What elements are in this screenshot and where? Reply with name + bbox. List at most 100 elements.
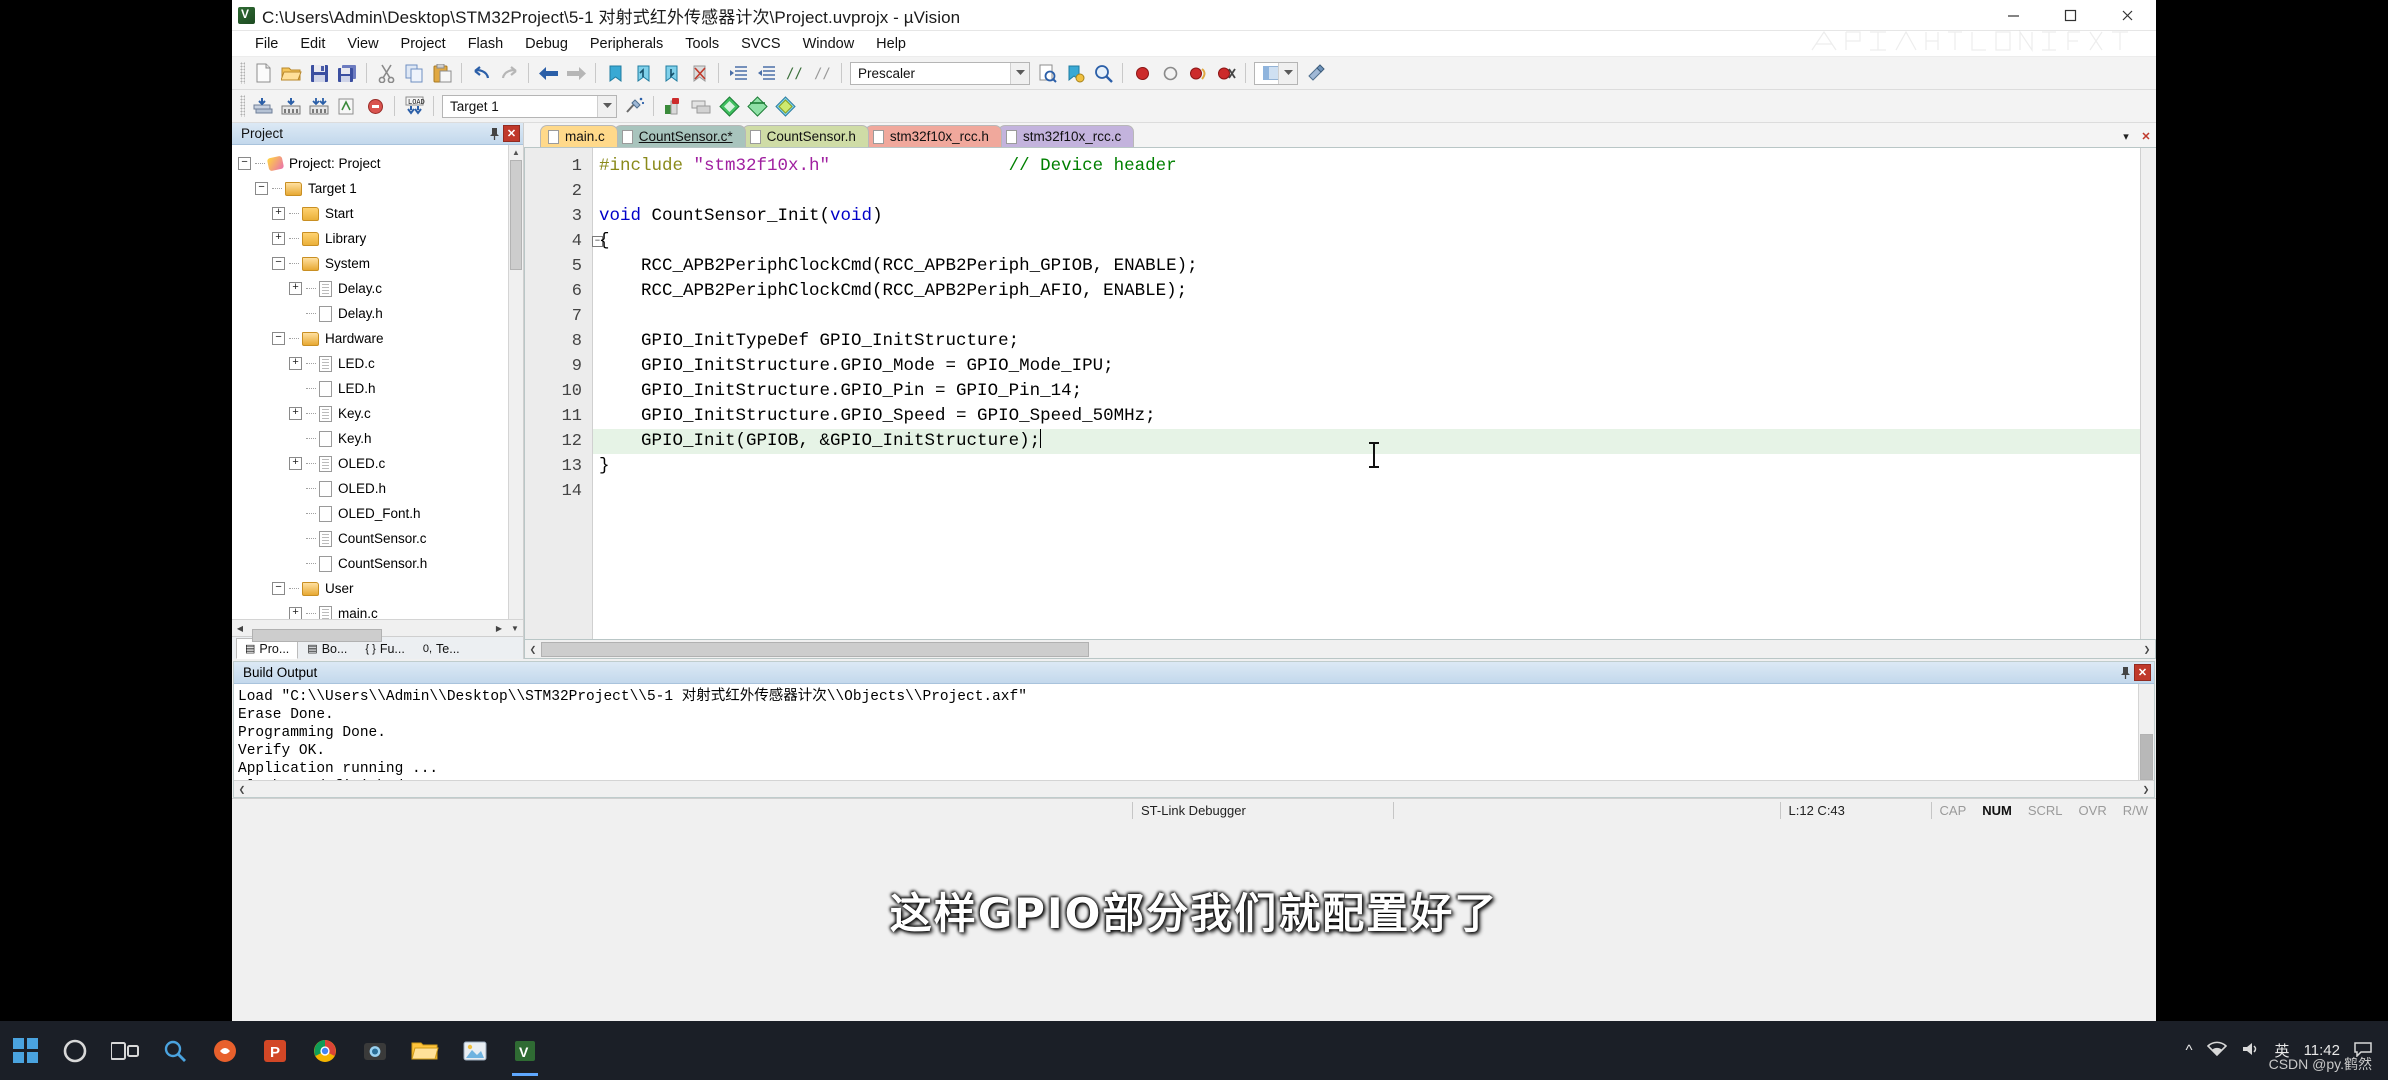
scroll-left-button[interactable]: ❮ bbox=[525, 642, 541, 657]
close-icon[interactable]: ✕ bbox=[503, 125, 520, 142]
paste-icon[interactable] bbox=[429, 60, 455, 86]
tree-item[interactable]: OLED.h bbox=[238, 476, 508, 501]
target-select[interactable]: Target 1 bbox=[442, 94, 617, 118]
minimize-button[interactable] bbox=[1985, 0, 2042, 31]
breakpoint-disable-icon[interactable] bbox=[1157, 60, 1183, 86]
chevron-down-icon[interactable] bbox=[1010, 62, 1029, 84]
menu-peripherals[interactable]: Peripherals bbox=[579, 33, 674, 55]
photos-icon[interactable] bbox=[450, 1021, 500, 1080]
editor-tab-countsensorc[interactable]: CountSensor.c* bbox=[613, 125, 746, 147]
build-icon[interactable] bbox=[250, 93, 276, 119]
stop-build-icon[interactable] bbox=[362, 93, 388, 119]
bookmark-prev-icon[interactable] bbox=[630, 60, 656, 86]
expand-toggle-icon[interactable]: + bbox=[289, 282, 302, 295]
tree-item[interactable]: − Hardware bbox=[238, 326, 508, 351]
task-view-icon[interactable] bbox=[100, 1021, 150, 1080]
tree-item[interactable]: Key.h bbox=[238, 426, 508, 451]
project-tree-scrollbar[interactable]: ▲ bbox=[508, 145, 523, 619]
save-icon[interactable] bbox=[306, 60, 332, 86]
collapse-toggle-icon[interactable]: − bbox=[238, 157, 251, 170]
editor-tab-countsensorh[interactable]: CountSensor.h bbox=[741, 125, 869, 147]
menu-svcs[interactable]: SVCS bbox=[730, 33, 792, 55]
tree-item[interactable]: CountSensor.h bbox=[238, 551, 508, 576]
menu-debug[interactable]: Debug bbox=[514, 33, 579, 55]
code-line[interactable]: { bbox=[593, 229, 2140, 254]
code-line[interactable]: GPIO_InitStructure.GPIO_Mode = GPIO_Mode… bbox=[593, 354, 2140, 379]
editor-tab-stm32f10x_rccc[interactable]: stm32f10x_rcc.c bbox=[997, 125, 1135, 147]
file-explorer-icon[interactable] bbox=[400, 1021, 450, 1080]
close-icon[interactable]: ✕ bbox=[2136, 125, 2156, 147]
powerpoint-icon[interactable]: P bbox=[250, 1021, 300, 1080]
expand-toggle-icon[interactable]: + bbox=[289, 407, 302, 420]
expand-toggle-icon[interactable]: + bbox=[272, 232, 285, 245]
copy-icon[interactable] bbox=[401, 60, 427, 86]
tree-item[interactable]: − User bbox=[238, 576, 508, 601]
collapse-toggle-icon[interactable]: − bbox=[272, 257, 285, 270]
indent-icon[interactable] bbox=[725, 60, 751, 86]
find-in-files-icon[interactable] bbox=[1034, 60, 1060, 86]
tree-item[interactable]: + LED.c bbox=[238, 351, 508, 376]
project-tree[interactable]: − Project: Project − Target 1 + Start + Library… bbox=[232, 145, 508, 619]
new-file-icon[interactable] bbox=[250, 60, 276, 86]
zoom-icon[interactable] bbox=[1090, 60, 1116, 86]
scroll-up-button[interactable]: ▲ bbox=[509, 145, 523, 160]
code-line[interactable]: GPIO_InitStructure.GPIO_Pin = GPIO_Pin_1… bbox=[593, 379, 2140, 404]
build-output-body[interactable]: Load "C:\\Users\\Admin\\Desktop\\STM32Pr… bbox=[234, 684, 2154, 780]
bookmark-icon[interactable] bbox=[602, 60, 628, 86]
back-icon[interactable] bbox=[535, 60, 561, 86]
scroll-down-button[interactable]: ▼ bbox=[507, 621, 523, 636]
menu-window[interactable]: Window bbox=[792, 33, 866, 55]
expand-toggle-icon[interactable]: + bbox=[289, 607, 302, 619]
tree-item[interactable]: CountSensor.c bbox=[238, 526, 508, 551]
tree-item[interactable]: + Start bbox=[238, 201, 508, 226]
undo-icon[interactable] bbox=[468, 60, 494, 86]
menu-file[interactable]: File bbox=[244, 33, 289, 55]
tree-item[interactable]: LED.h bbox=[238, 376, 508, 401]
collapse-toggle-icon[interactable]: − bbox=[272, 332, 285, 345]
manage-runtime-icon[interactable] bbox=[744, 93, 770, 119]
build-output-hscrollbar[interactable]: ❮ ❯ bbox=[234, 780, 2154, 797]
code-editor[interactable]: 1 2 3 4−5 6 7 8 9 10 11 12 13 14 #include "stm32f10x… bbox=[524, 147, 2156, 640]
close-icon[interactable]: ✕ bbox=[2134, 664, 2151, 681]
scroll-right-button[interactable]: ▶ bbox=[491, 621, 507, 636]
menu-help[interactable]: Help bbox=[865, 33, 917, 55]
toolbar-grip[interactable] bbox=[240, 95, 245, 117]
pin-icon[interactable] bbox=[2117, 664, 2134, 681]
menu-flash[interactable]: Flash bbox=[457, 33, 514, 55]
target-options-icon[interactable] bbox=[621, 93, 647, 119]
windows-start-icon[interactable] bbox=[0, 1021, 50, 1080]
code-line[interactable]: RCC_APB2PeriphClockCmd(RCC_APB2Periph_GP… bbox=[593, 254, 2140, 279]
editor-tab-mainc[interactable]: main.c bbox=[540, 125, 618, 147]
build-output-scrollbar[interactable] bbox=[2138, 684, 2154, 780]
scroll-right-button[interactable]: ❯ bbox=[2139, 642, 2155, 657]
hscroll-thumb[interactable] bbox=[252, 629, 382, 642]
collapse-toggle-icon[interactable]: − bbox=[255, 182, 268, 195]
code-line[interactable] bbox=[593, 304, 2140, 329]
comment-icon[interactable]: // bbox=[781, 60, 807, 86]
expand-toggle-icon[interactable]: + bbox=[289, 357, 302, 370]
menu-project[interactable]: Project bbox=[390, 33, 457, 55]
batch-build-icon[interactable] bbox=[306, 93, 332, 119]
network-icon[interactable] bbox=[2206, 1041, 2227, 1061]
scroll-right-button[interactable]: ❯ bbox=[2138, 782, 2154, 797]
forward-icon[interactable] bbox=[563, 60, 589, 86]
tree-item[interactable]: OLED_Font.h bbox=[238, 501, 508, 526]
code-line[interactable]: void CountSensor_Init(void) bbox=[593, 204, 2140, 229]
bookmark-next-icon[interactable] bbox=[658, 60, 684, 86]
expand-toggle-icon[interactable]: + bbox=[272, 207, 285, 220]
bookmark-clear-icon[interactable] bbox=[686, 60, 712, 86]
collapse-toggle-icon[interactable]: − bbox=[272, 582, 285, 595]
config-wizard-icon[interactable] bbox=[1302, 60, 1328, 86]
tree-item[interactable]: − System bbox=[238, 251, 508, 276]
tree-item[interactable]: − Target 1 bbox=[238, 176, 508, 201]
project-tree-hscrollbar[interactable]: ◀ ▶ ▼ bbox=[232, 619, 523, 642]
code-line[interactable]: RCC_APB2PeriphClockCmd(RCC_APB2Periph_AF… bbox=[593, 279, 2140, 304]
menu-view[interactable]: View bbox=[336, 33, 389, 55]
menu-edit[interactable]: Edit bbox=[289, 33, 336, 55]
window-layout-icon[interactable] bbox=[1254, 61, 1298, 85]
code-line[interactable]: } bbox=[593, 454, 2140, 479]
tree-item[interactable]: + main.c bbox=[238, 601, 508, 619]
editor-hscrollbar[interactable]: ❮ ❯ bbox=[524, 640, 2156, 659]
cortana-icon[interactable] bbox=[50, 1021, 100, 1080]
tree-item[interactable]: − Project: Project bbox=[238, 151, 508, 176]
